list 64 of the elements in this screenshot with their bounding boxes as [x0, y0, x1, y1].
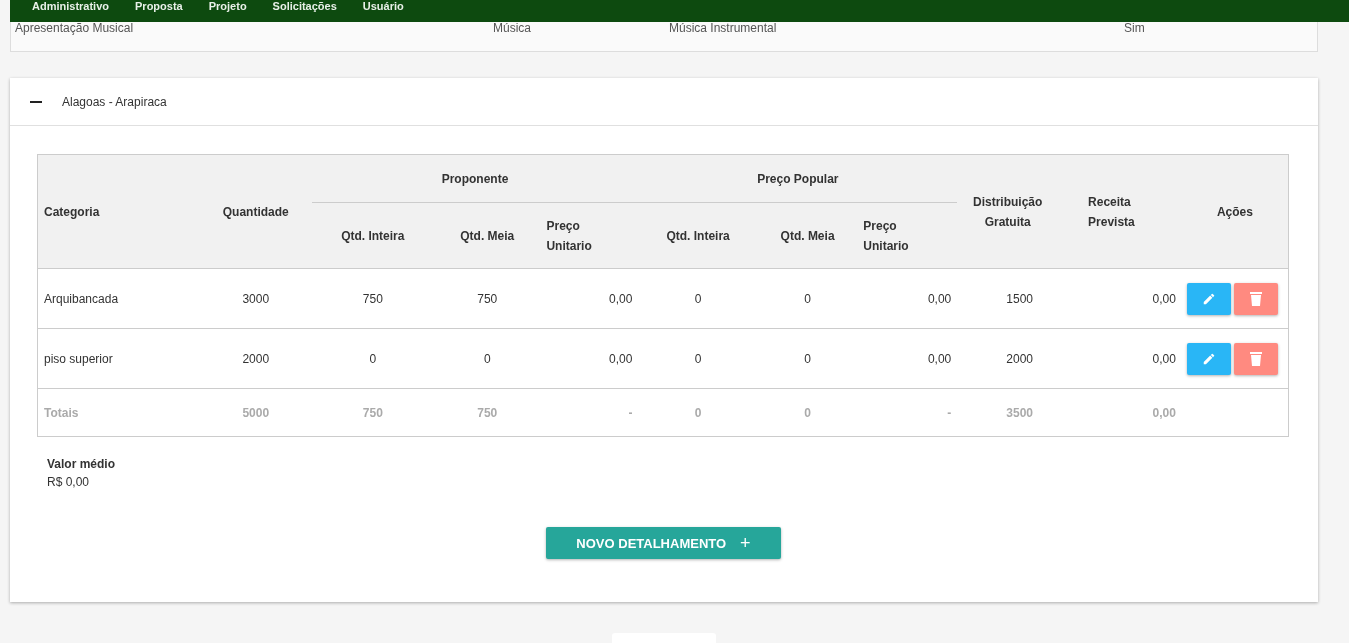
total-cell: 0: [757, 388, 858, 437]
table-cell: 2000: [957, 328, 1083, 389]
column-header: Preço Unitario: [857, 202, 958, 269]
column-header: Distribuição Gratuita: [957, 154, 1083, 269]
nav-link[interactable]: Projeto: [208, 0, 247, 12]
table-cell-text: Sim: [1124, 22, 1146, 34]
table-cell: Arquibancada: [37, 268, 200, 329]
trash-icon: [1249, 291, 1262, 306]
table-cell: 0,00: [857, 268, 958, 329]
nav-link[interactable]: Usuário: [362, 0, 404, 12]
table-cell-text: Música: [493, 22, 532, 34]
total-cell: 0,00: [1082, 388, 1182, 437]
table-cell: 0,00: [1082, 268, 1182, 329]
table-cell: 0: [434, 328, 541, 389]
column-header: Preço Unitario: [540, 202, 639, 269]
table-cell: 0: [311, 328, 434, 389]
total-cell: -: [857, 388, 958, 437]
table-cell: 750: [434, 268, 541, 329]
column-group-header: Proponente: [311, 154, 639, 203]
table-cell-text: Música Instrumental: [669, 22, 778, 34]
table-cell: 2000: [199, 328, 312, 389]
table-cell: 0,00: [540, 268, 639, 329]
total-cell: 750: [434, 388, 541, 437]
table-cell: 0,00: [1082, 328, 1182, 389]
column-header: Qtd. Inteira: [638, 202, 758, 269]
column-header: Quantidade: [199, 154, 312, 269]
column-group-header: Preço Popular: [638, 154, 958, 203]
total-cell: 5000: [199, 388, 312, 437]
average-value: R$ 0,00: [47, 475, 91, 489]
table-cell: 1500: [957, 268, 1083, 329]
column-header: Qtd. Meia: [757, 202, 858, 269]
edit-button[interactable]: [1186, 282, 1231, 315]
column-header: Qtd. Meia: [434, 202, 541, 269]
pencil-icon: [1201, 351, 1216, 366]
pencil-icon: [1201, 291, 1216, 306]
table-cell: 0: [638, 328, 758, 389]
trash-icon: [1249, 351, 1262, 366]
total-cell: -: [540, 388, 639, 437]
table-cell-text: Apresentação Musical: [15, 22, 135, 34]
panel-header[interactable]: Alagoas - Arapiraca: [10, 78, 1318, 126]
nav-link[interactable]: Administrativo: [32, 0, 109, 12]
total-cell: 3500: [957, 388, 1083, 437]
nav-link[interactable]: Proposta: [135, 0, 183, 12]
column-header: Receita Prevista: [1082, 154, 1182, 269]
table-cell: 3000: [199, 268, 312, 329]
panel-title: Alagoas - Arapiraca: [62, 94, 167, 109]
total-cell: Totais: [37, 388, 200, 437]
table-cell: piso superior: [37, 328, 200, 389]
table-cell: 0,00: [857, 328, 958, 389]
delete-button[interactable]: [1233, 342, 1278, 375]
delete-button[interactable]: [1233, 282, 1278, 315]
nav-link[interactable]: Solicitações: [272, 0, 337, 12]
average-label: Valor médio: [47, 457, 117, 471]
total-cell: 0: [638, 388, 758, 437]
column-header: Ações: [1181, 154, 1289, 269]
table-cell: 0: [638, 268, 758, 329]
column-header: Categoria: [37, 154, 200, 269]
table-cell: 750: [311, 268, 434, 329]
edit-button[interactable]: [1186, 342, 1231, 375]
total-cell: 750: [311, 388, 434, 437]
table-cell: 0: [757, 268, 858, 329]
table-cell: 0,00: [540, 328, 639, 389]
table-cell: 0: [757, 328, 858, 389]
column-header: Qtd. Inteira: [311, 202, 434, 269]
